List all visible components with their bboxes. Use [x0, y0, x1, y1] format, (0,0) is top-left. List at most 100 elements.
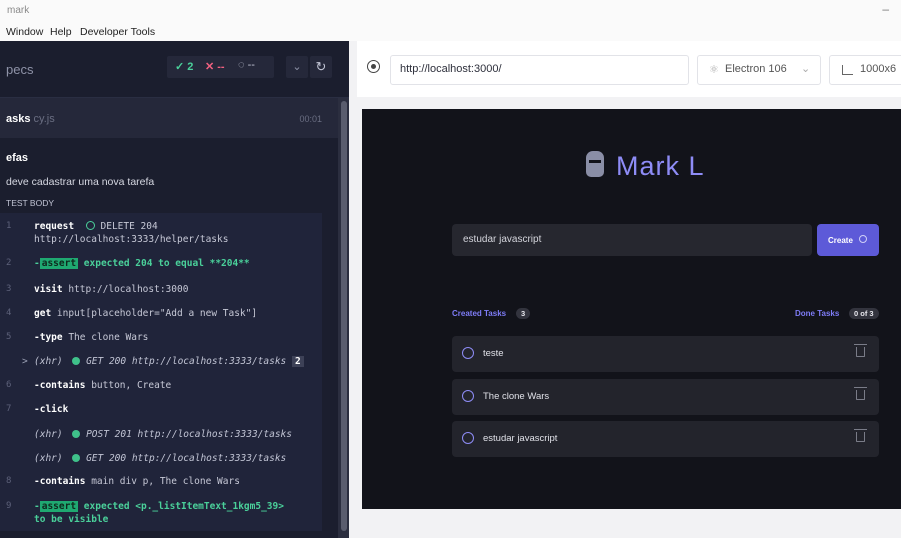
new-task-input[interactable]: estudar javascript [452, 224, 812, 256]
trash-icon[interactable] [854, 344, 867, 357]
assert-tag: assert [39, 258, 79, 269]
xhr-status-icon [72, 454, 81, 462]
assert-tag: assert [39, 501, 79, 512]
command-message: DELETE 204 [94, 221, 158, 232]
command-message: button, Create [85, 380, 172, 391]
command-name: -contains [34, 380, 86, 391]
test-stats: ✓ 2 ✕ -- ◌ -- [167, 56, 274, 78]
command-message: GET 200 http://localhost:3333/tasks [86, 453, 287, 464]
menu-bar: Window Help Developer Tools [0, 24, 901, 41]
iron-man-logo-icon [586, 151, 604, 177]
task-text: The clone Wars [483, 391, 550, 402]
command-number: 6 [6, 380, 12, 390]
aut-header: http://localhost:3000/ ⚛ Electron 106 ⌄ … [357, 41, 901, 97]
window-title: mark [7, 5, 30, 16]
task-toggle[interactable] [462, 347, 474, 359]
command-prefix: - [34, 258, 40, 269]
command-number: 4 [6, 308, 12, 318]
failed-count: ✕ -- [205, 61, 225, 73]
task-item: The clone Wars [452, 379, 879, 415]
spec-file-header: asks cy.js 00:01 [0, 98, 338, 138]
pending-count: ◌ -- [238, 59, 255, 71]
browser-selector[interactable]: ⚛ Electron 106 ⌄ [697, 55, 821, 85]
command-number: 2 [6, 258, 12, 268]
window-titlebar: mark – [0, 0, 901, 24]
command-name: -contains [34, 476, 86, 487]
task-toggle[interactable] [462, 390, 474, 402]
specs-title[interactable]: pecs [6, 62, 33, 77]
task-item: teste [452, 336, 879, 372]
create-button[interactable]: Create [817, 224, 879, 256]
command-message: The clone Wars [62, 332, 149, 343]
trash-icon[interactable] [854, 387, 867, 400]
xhr-count-badge: 2 [292, 356, 304, 367]
viewport-size: 1000x6 [860, 63, 897, 75]
chevron-down-icon[interactable]: ⌄ [286, 56, 308, 78]
spec-file-ext: cy.js [30, 113, 55, 125]
command-log-panel: pecs ✓ 2 ✕ -- ◌ -- ⌄ ↻ asks cy.js 00:01 … [0, 41, 349, 538]
command-message: GET 200 http://localhost:3333/tasks [86, 356, 287, 367]
command-number: 3 [6, 284, 12, 294]
done-tasks-count: 0 of 3 [849, 308, 879, 319]
command-message: http://localhost:3000 [62, 284, 189, 295]
command-name: request [34, 221, 75, 232]
command-list: 1 request DELETE 204 http://localhost:33… [0, 213, 322, 531]
reporter-header: pecs ✓ 2 ✕ -- ◌ -- ⌄ ↻ [0, 41, 349, 98]
task-item: estudar javascript [452, 421, 879, 457]
task-toggle[interactable] [462, 432, 474, 444]
expand-caret-icon[interactable]: > [22, 356, 28, 367]
chevron-down-icon: ⌄ [801, 63, 811, 75]
command-name: -type [34, 332, 63, 343]
command-message: expected <p._listItemText_1kgm5_39> [78, 501, 284, 512]
command-name: visit [34, 284, 63, 295]
spec-duration: 00:01 [299, 114, 322, 124]
test-title[interactable]: deve cadastrar uma nova tarefa [6, 176, 154, 188]
url-field[interactable]: http://localhost:3000/ [390, 55, 689, 85]
done-tasks-label: Done Tasks [795, 309, 840, 318]
reload-icon[interactable]: ↻ [310, 56, 332, 78]
command-message: POST 201 http://localhost:3333/tasks [86, 429, 292, 440]
plus-circle-icon [859, 235, 867, 243]
command-message-line2: http://localhost:3333/helper/tasks [34, 234, 229, 245]
command-message: expected 204 to equal **204** [78, 258, 250, 269]
command-prefix: - [34, 501, 40, 512]
menu-help[interactable]: Help [50, 26, 72, 38]
spec-file-name: asks cy.js [6, 113, 55, 125]
xhr-status-icon [72, 430, 81, 438]
create-button-label: Create [828, 236, 853, 245]
created-tasks-count: 3 [516, 308, 531, 319]
command-number: 5 [6, 332, 12, 342]
app-preview: Mark L estudar javascript Create Created… [362, 109, 901, 509]
browser-name: Electron 106 [725, 63, 787, 75]
new-task-value: estudar javascript [463, 234, 542, 245]
command-name: -click [34, 404, 69, 415]
command-message-line2: to be visible [34, 514, 109, 525]
spec-file-base: asks [6, 113, 31, 125]
viewport-icon [842, 65, 853, 75]
scrollbar-thumb[interactable] [341, 101, 347, 531]
command-number: 1 [6, 221, 12, 231]
viewport-selector[interactable]: 1000x6 [829, 55, 901, 85]
suite-title[interactable]: efas [6, 152, 28, 164]
command-message: main div p, The clone Wars [85, 476, 240, 487]
trash-icon[interactable] [854, 429, 867, 442]
xhr-label: (xhr) [34, 453, 63, 464]
url-text: http://localhost:3000/ [400, 63, 502, 75]
command-number: 8 [6, 476, 12, 486]
task-counters: Created Tasks 3 Done Tasks 0 of 3 [452, 307, 879, 321]
command-message: input[placeholder="Add a new Task"] [51, 308, 258, 319]
command-name: get [34, 308, 52, 319]
electron-icon: ⚛ [709, 64, 719, 76]
app-logo: Mark L [616, 151, 705, 181]
command-number: 7 [6, 404, 12, 414]
xhr-status-icon [72, 357, 81, 365]
request-status-icon [85, 221, 95, 230]
menu-window[interactable]: Window [6, 26, 43, 38]
menu-developer-tools[interactable]: Developer Tools [80, 26, 155, 38]
task-text: teste [483, 348, 504, 359]
xhr-label: (xhr) [34, 429, 63, 440]
selector-playground-icon[interactable] [367, 60, 380, 73]
minimize-button[interactable]: – [882, 2, 889, 16]
xhr-label: (xhr) [34, 356, 63, 367]
passed-count: ✓ 2 [175, 61, 194, 73]
